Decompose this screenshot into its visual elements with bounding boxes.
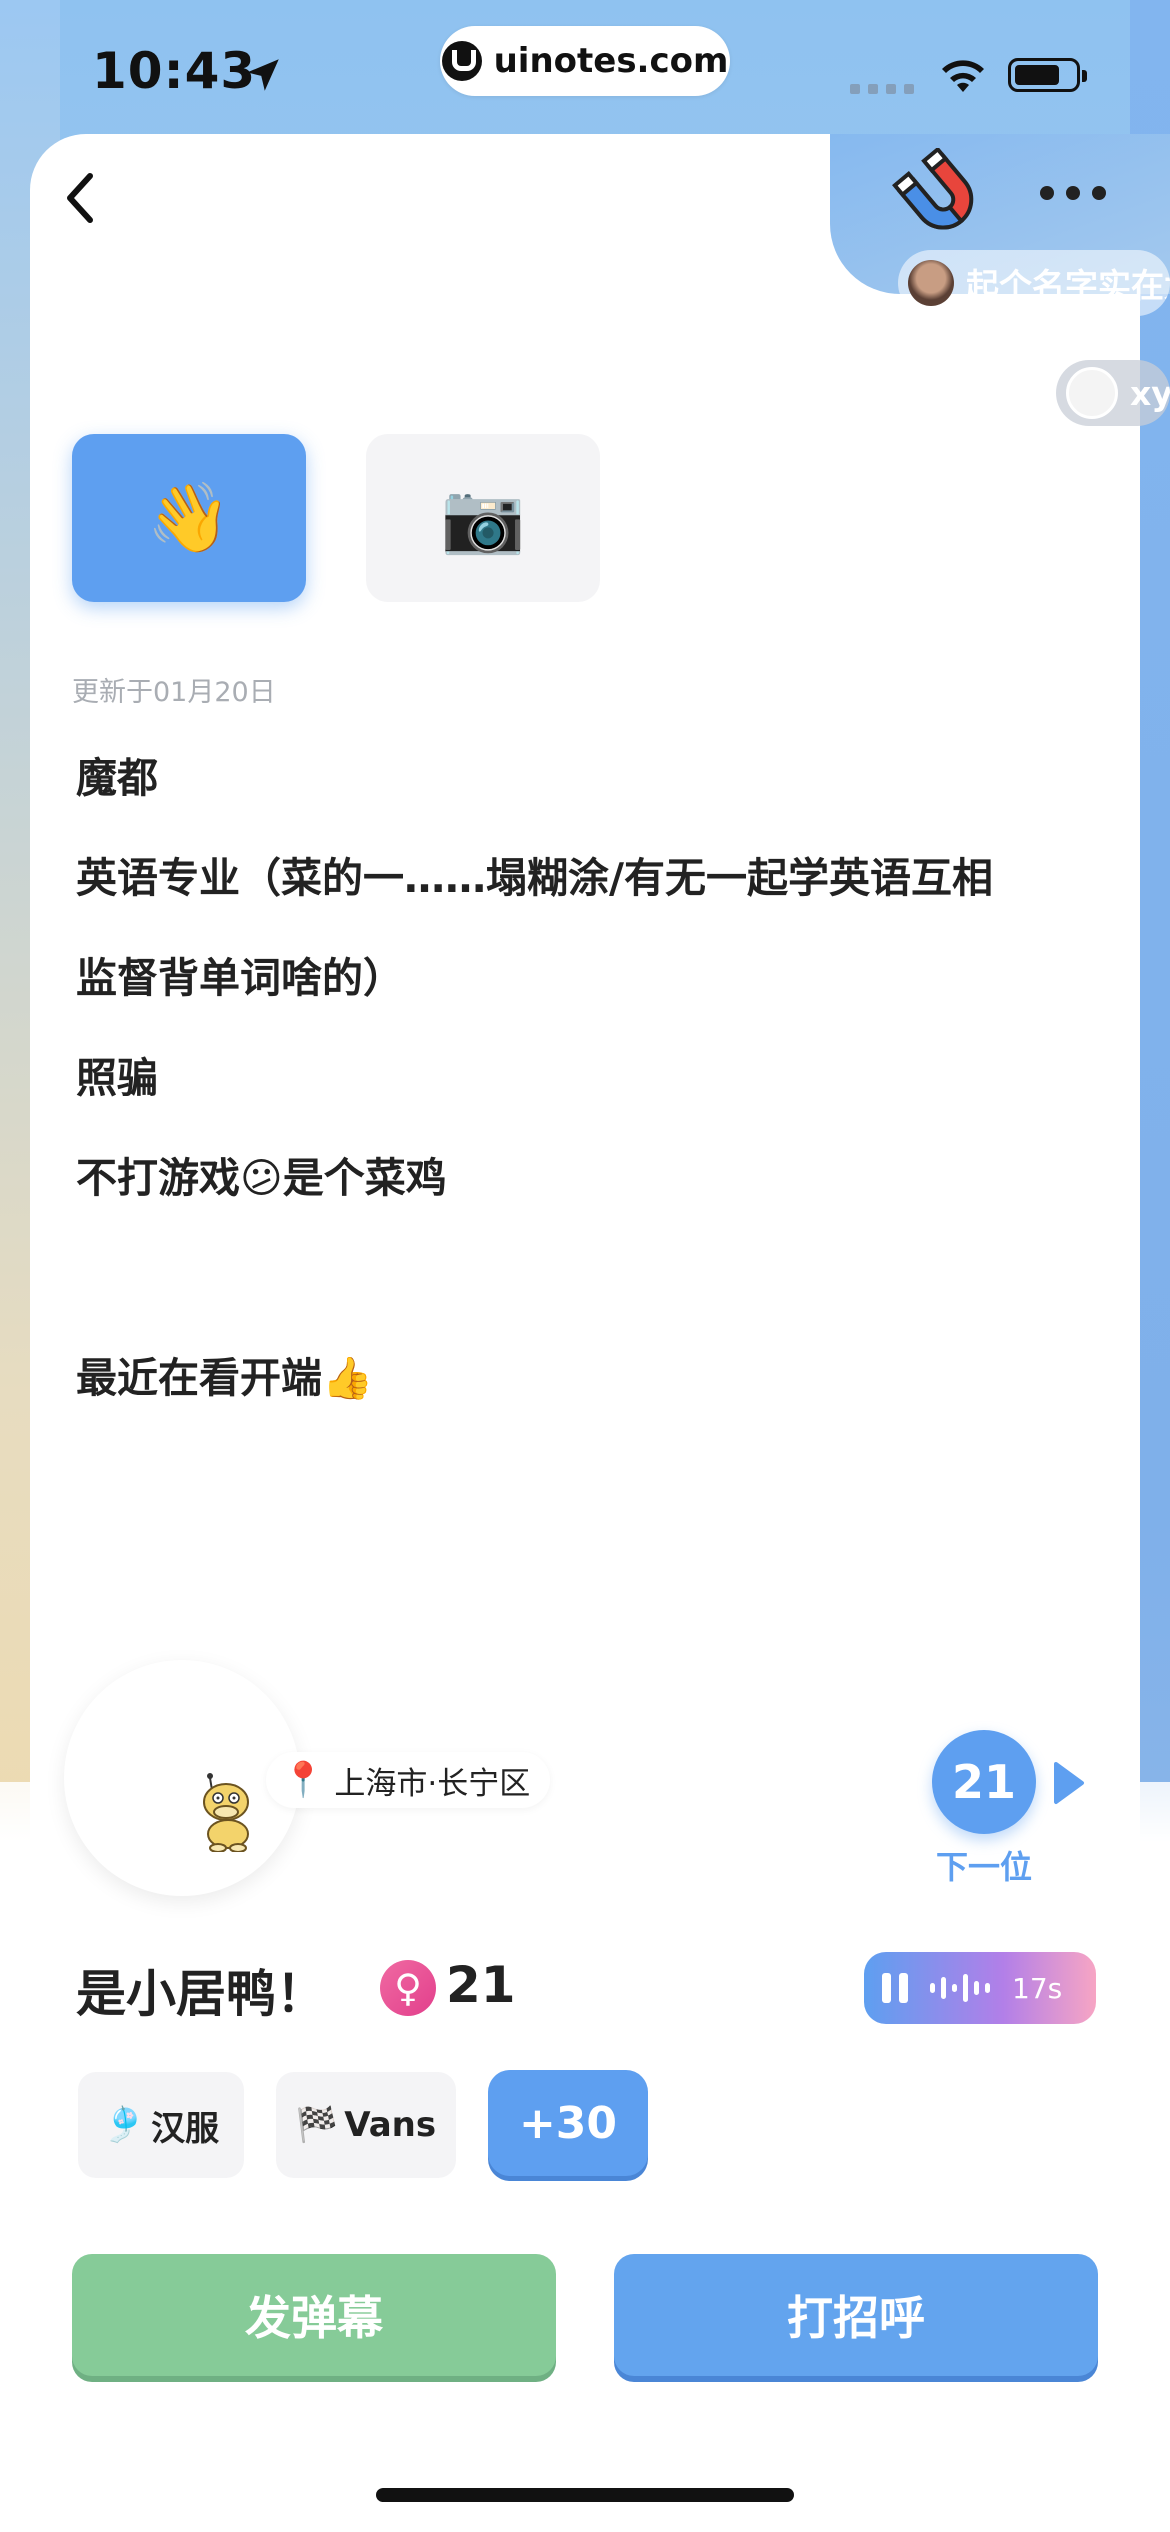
bio-line: 魔都: [76, 754, 158, 802]
wifi-icon: [942, 60, 984, 92]
say-hi-button[interactable]: 打招呼: [614, 2254, 1098, 2376]
magnet-icon[interactable]: [892, 148, 992, 248]
chevron-left-icon[interactable]: [60, 170, 100, 226]
bio-text: 魔都 英语专业（菜的一……塌糊涂/有无一起学英语互相 监督背单词啥的） 照骗 不…: [76, 728, 1086, 1428]
voice-intro-button[interactable]: 17s: [864, 1952, 1096, 2024]
tab-camera[interactable]: 📷: [366, 434, 600, 602]
female-icon: ♀: [380, 1960, 436, 2016]
uinotes-logo-icon: [441, 41, 482, 81]
status-bar: 10:43 uinotes.com: [0, 0, 1170, 130]
next-count-button[interactable]: 21: [932, 1730, 1036, 1834]
danmu-avatar: [1066, 367, 1118, 419]
location-chip: 📍 上海市·长宁区: [266, 1752, 551, 1808]
bio-line: [76, 1228, 1086, 1328]
duck-avatar-icon: [203, 1773, 249, 1852]
checkered-flag-icon: 🏁: [295, 2105, 339, 2145]
tag-label: Vans: [344, 2105, 437, 2145]
map-pin-icon: 📍: [282, 1760, 325, 1800]
danmu-bubble[interactable]: 起个名字实在太: [898, 250, 1170, 316]
url-text: uinotes.com: [493, 41, 729, 81]
danmu-text: xyy: [1130, 373, 1170, 413]
wave-icon: 👋: [146, 479, 232, 558]
more-tags-button[interactable]: +30: [488, 2070, 648, 2176]
waveform-icon: [930, 1974, 990, 2002]
more-dots-icon[interactable]: [1040, 186, 1106, 200]
tab-wave[interactable]: 👋: [72, 434, 306, 602]
status-time: 10:43: [92, 42, 257, 100]
user-age: 21: [446, 1956, 516, 2014]
danmu-bubble[interactable]: xyy: [1056, 360, 1170, 426]
location-text: 上海市·长宁区: [334, 1765, 531, 1802]
wind-chime-icon: 🎐: [102, 2105, 146, 2145]
voice-duration: 17s: [1012, 1971, 1063, 2005]
bio-line: 监督背单词啥的）: [76, 954, 404, 1002]
bio-line: 英语专业（菜的一……塌糊涂/有无一起学英语互相: [76, 854, 993, 902]
signal-icon: [850, 84, 914, 94]
avatar[interactable]: [64, 1660, 300, 1896]
home-indicator[interactable]: [376, 2488, 794, 2502]
play-arrow-icon[interactable]: [1050, 1760, 1086, 1806]
send-danmu-button[interactable]: 发弹幕: [72, 2254, 556, 2376]
battery-icon: [1008, 58, 1087, 92]
updated-date: 更新于01月20日: [72, 677, 276, 708]
bio-line: 最近在看开端👍: [76, 1354, 374, 1402]
pause-icon: [882, 1973, 908, 2003]
camera-icon: 📷: [440, 479, 526, 558]
danmu-avatar: [908, 260, 954, 306]
tag-label: 汉服: [151, 2108, 220, 2149]
bio-line: 照骗: [76, 1054, 158, 1102]
url-pill[interactable]: uinotes.com: [440, 26, 730, 96]
bio-line: 不打游戏😕是个菜鸡: [76, 1154, 447, 1202]
interest-tag[interactable]: 🎐 汉服: [78, 2072, 244, 2178]
next-label[interactable]: 下一位: [932, 1842, 1036, 1888]
danmu-text: 起个名字实在太: [966, 266, 1170, 305]
location-arrow-icon: [247, 59, 279, 91]
interest-tag[interactable]: 🏁 Vans: [276, 2072, 456, 2178]
user-name: 是小居鸭！: [76, 1965, 326, 2023]
